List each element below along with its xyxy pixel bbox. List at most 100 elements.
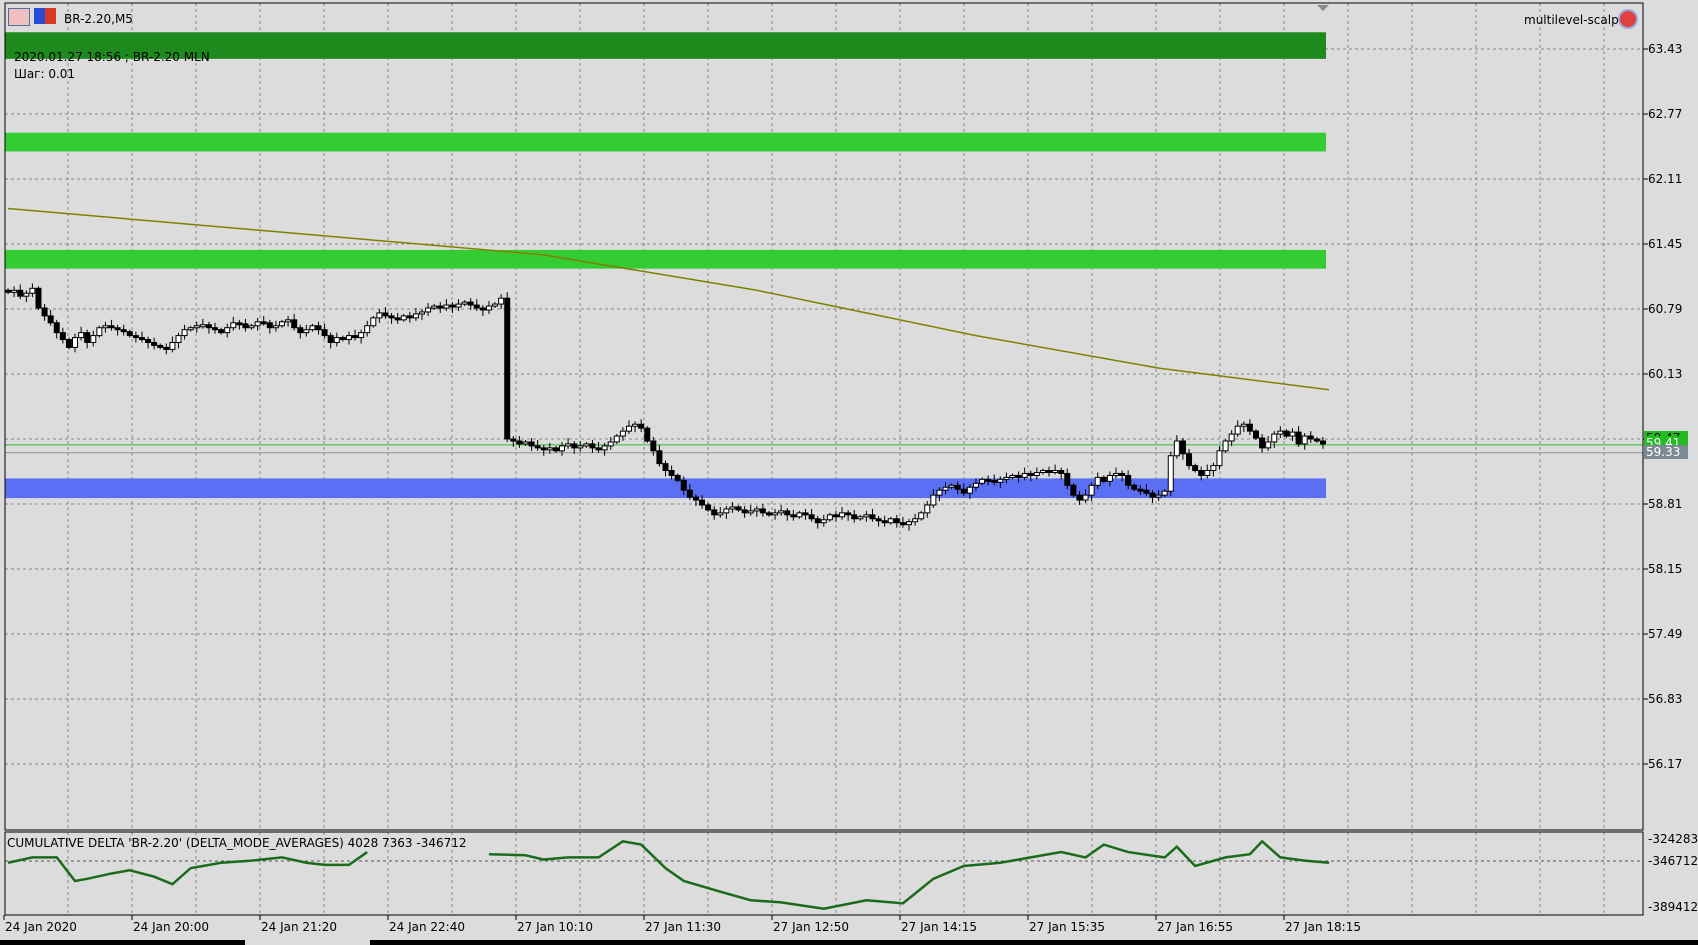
- candle-body: [370, 317, 377, 327]
- time-tick-label: 27 Jan 18:15: [1285, 920, 1361, 934]
- candle-body: [875, 518, 882, 522]
- candle-body: [930, 494, 937, 506]
- candle-body: [412, 313, 419, 319]
- candle-body: [485, 305, 492, 311]
- chart-icons: [8, 8, 56, 26]
- cumulative-delta-segment: [7, 851, 368, 886]
- candle-body: [972, 482, 979, 488]
- candle-body: [899, 522, 906, 526]
- candle-body: [711, 509, 718, 516]
- moving-average: [7, 207, 1330, 391]
- candle-body: [382, 312, 389, 317]
- expert-stop-icon[interactable]: [1618, 9, 1638, 29]
- price-tick-label: 60.79: [1648, 302, 1683, 316]
- tab-bar-segment[interactable]: [370, 940, 1698, 945]
- candle-body: [285, 319, 292, 323]
- candle-body: [772, 512, 779, 516]
- candle-body: [199, 324, 206, 328]
- candle-body: [808, 514, 815, 520]
- candle-body: [53, 322, 60, 334]
- candle-body: [1052, 470, 1059, 474]
- candle-body: [230, 322, 237, 329]
- candle-body: [157, 344, 164, 348]
- info-line: 2020.01.27 18:56 ; BR-2.20 MLN: [14, 50, 210, 64]
- trading-icon[interactable]: [34, 8, 56, 24]
- candle-body: [315, 325, 322, 331]
- candle-body: [169, 341, 176, 350]
- candle-body: [1058, 470, 1065, 474]
- candle-body: [528, 441, 535, 447]
- candle-body: [236, 322, 243, 326]
- candle-body: [826, 514, 833, 521]
- candle-body: [1143, 489, 1150, 494]
- candle-body: [717, 512, 724, 516]
- candle-body: [254, 321, 261, 327]
- candle-body: [692, 496, 699, 501]
- price-tick-label: 57.49: [1648, 627, 1683, 641]
- candle-body: [461, 301, 468, 305]
- candle-body: [680, 479, 687, 491]
- candle-body: [644, 427, 651, 442]
- candle-body: [449, 304, 456, 308]
- candle-body: [741, 509, 748, 514]
- candle-body: [595, 447, 602, 451]
- candle-body: [443, 304, 450, 309]
- candle-body: [242, 323, 249, 329]
- candle-body: [1112, 472, 1119, 476]
- candle-body: [1119, 472, 1126, 476]
- candle-body: [23, 292, 30, 297]
- candle-body: [138, 337, 145, 341]
- chart-canvas[interactable]: [0, 0, 1698, 945]
- tab-bar-segment[interactable]: [0, 940, 245, 945]
- candle-body: [394, 317, 401, 321]
- candle-body: [1149, 492, 1156, 498]
- candle-body: [1046, 470, 1053, 474]
- table-icon[interactable]: [8, 8, 30, 26]
- candle-body: [1246, 423, 1253, 432]
- candle-body: [345, 335, 352, 341]
- candle-body: [1021, 472, 1028, 478]
- candle-body: [796, 512, 803, 518]
- price-tick-label: 61.45: [1648, 237, 1683, 251]
- candle-body: [1259, 437, 1266, 449]
- candle-body: [832, 514, 839, 518]
- candle-body: [1027, 472, 1034, 476]
- candle-body: [948, 484, 955, 488]
- candle-body: [132, 335, 139, 339]
- candle-body: [333, 337, 340, 343]
- candle-body: [126, 331, 133, 337]
- candle-body: [1234, 425, 1241, 435]
- candle-body: [1192, 465, 1199, 472]
- price-tick-label: 58.81: [1648, 497, 1683, 511]
- candle-body: [723, 508, 730, 514]
- candle-body: [607, 441, 614, 447]
- candle-body: [431, 305, 438, 309]
- level-band: [5, 132, 1326, 152]
- candle-body: [729, 506, 736, 510]
- price-tick-label: 60.13: [1648, 367, 1683, 381]
- candle-body: [790, 514, 797, 518]
- shift-marker-icon[interactable]: [1317, 5, 1329, 11]
- candle-body: [540, 447, 547, 451]
- candle-body: [625, 425, 632, 432]
- candle-body: [278, 321, 285, 327]
- candle-body: [674, 474, 681, 481]
- candle-body: [418, 311, 425, 315]
- candle-body: [266, 322, 273, 329]
- candle-body: [577, 445, 584, 449]
- candle-body: [559, 445, 566, 452]
- candle-body: [662, 463, 669, 472]
- time-tick-label: 27 Jan 16:55: [1157, 920, 1233, 934]
- candle-body: [1295, 431, 1302, 445]
- candle-body: [1039, 470, 1046, 474]
- candle-body: [376, 312, 383, 319]
- candle-body: [820, 519, 827, 524]
- candle-body: [942, 486, 949, 491]
- candle-body: [504, 297, 511, 440]
- indicator-axis-bottom: -389412: [1648, 900, 1698, 914]
- candle-body: [546, 447, 553, 451]
- candle-body: [759, 508, 766, 514]
- candle-body: [1125, 474, 1132, 486]
- candle-body: [181, 329, 188, 337]
- candle-body: [72, 337, 79, 348]
